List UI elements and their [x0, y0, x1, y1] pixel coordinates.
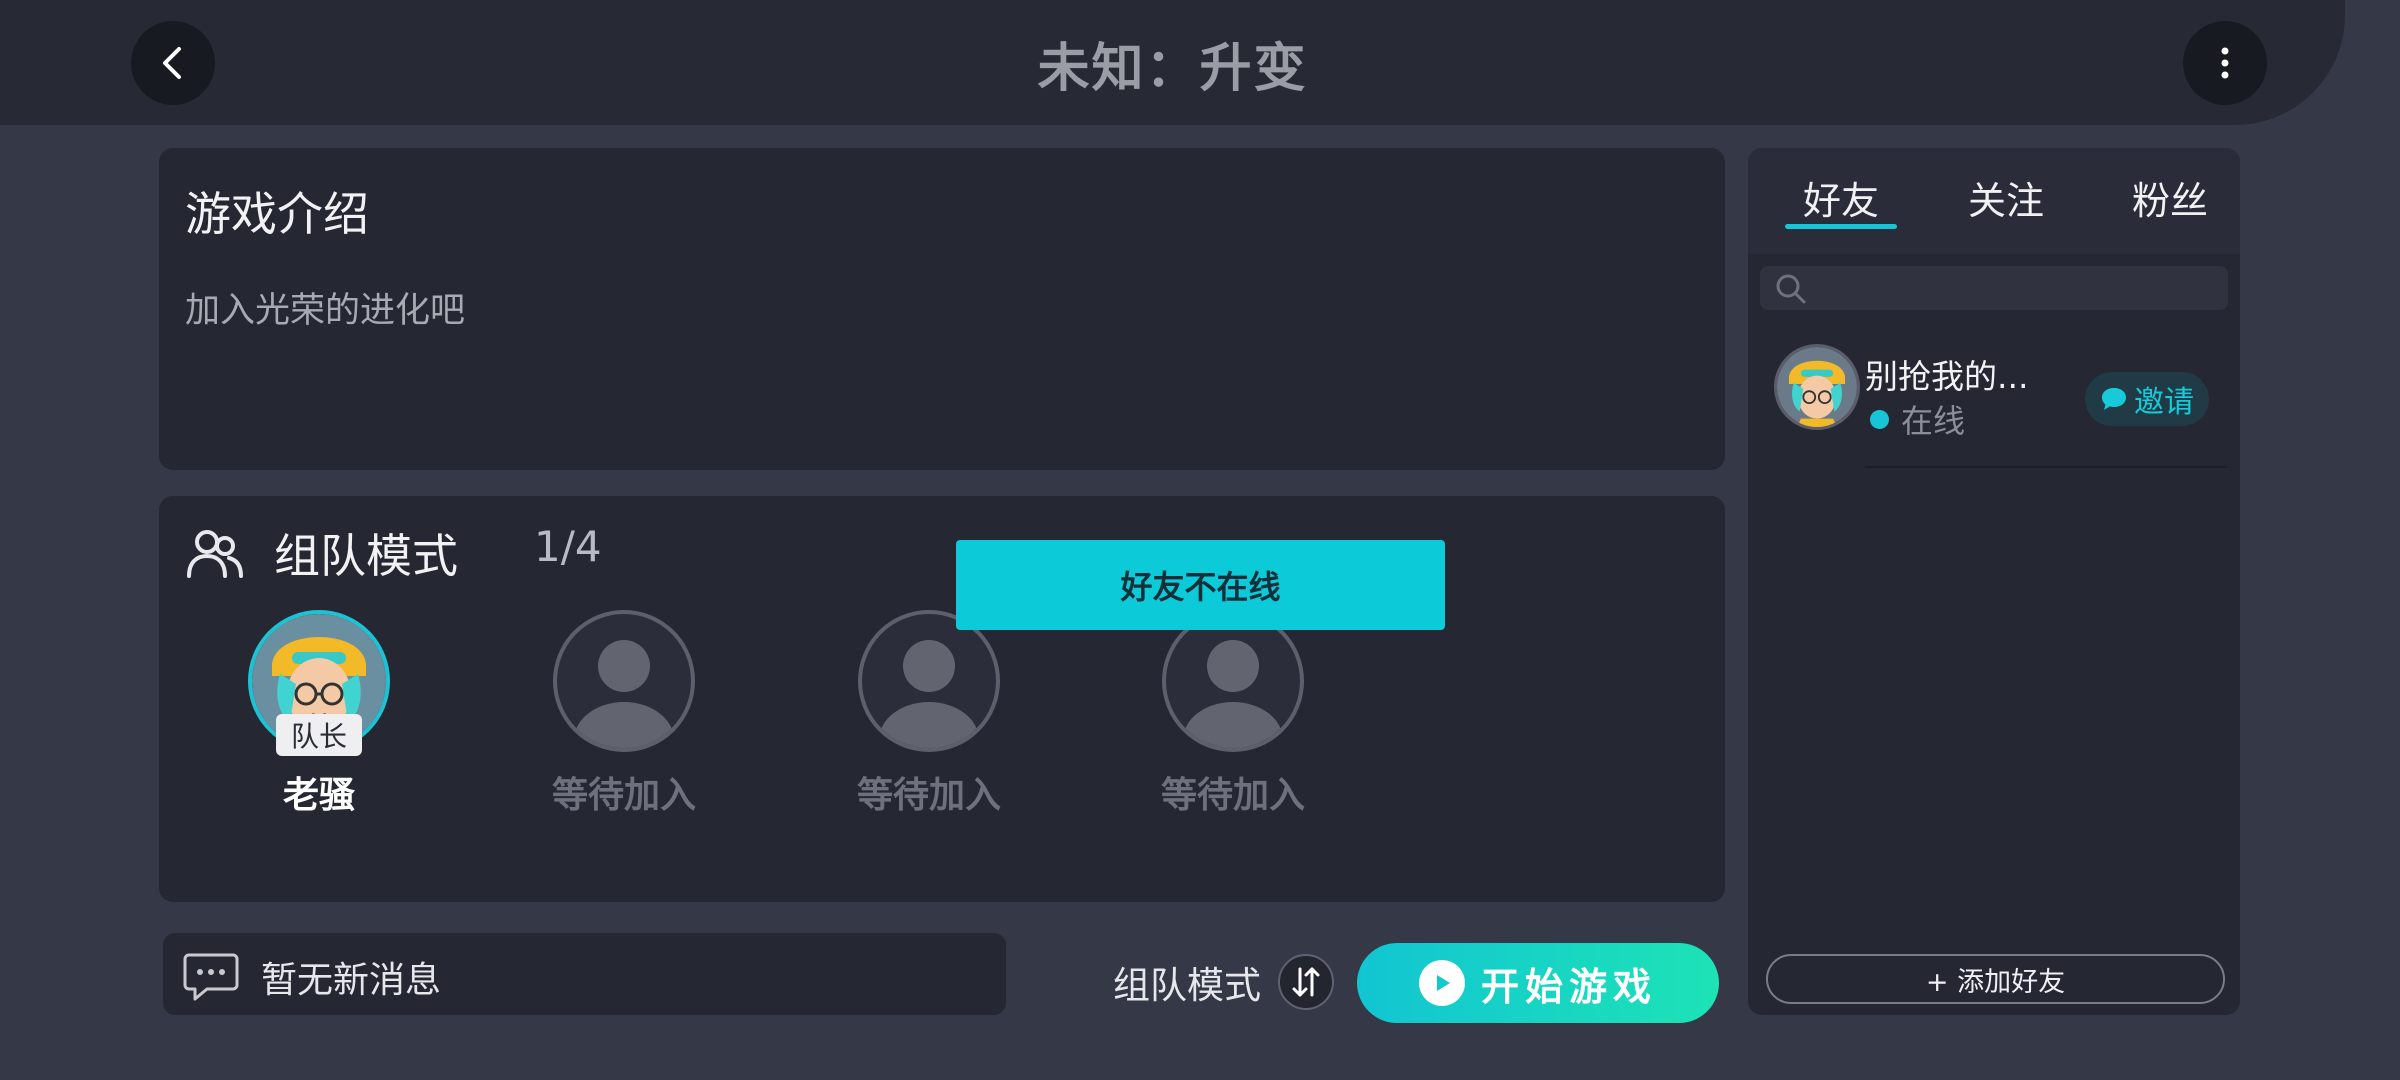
intro-description: 加入光荣的进化吧: [185, 291, 466, 331]
waiting-label: 等待加入: [1160, 775, 1305, 816]
friend-name: 别抢我的...: [1865, 357, 2029, 396]
game-lobby-screen: 未知：升变 游戏介绍 加入光荣的进化吧 组队模式 1/4 队长 老骚 等待加入 …: [0, 0, 2400, 1080]
invite-label: 邀请: [2134, 385, 2194, 420]
invite-button[interactable]: 邀请: [2085, 372, 2209, 426]
play-icon: [1418, 960, 1465, 1006]
avatar: 队长: [248, 610, 390, 756]
search-icon: [1776, 274, 1806, 304]
start-game-label: 开始游戏: [1480, 964, 1657, 1009]
message-text: 暂无新消息: [261, 960, 442, 1001]
person-placeholder-icon: [574, 640, 674, 748]
empty-avatar: [858, 610, 1000, 752]
people-icon: [187, 530, 243, 578]
tab-fans[interactable]: 粉丝: [2132, 170, 2208, 225]
vertical-dots-icon: [2221, 47, 2229, 79]
game-intro-panel: 游戏介绍 加入光荣的进化吧: [159, 148, 1725, 470]
friends-tabs: 好友 关注 粉丝: [1748, 148, 2240, 254]
friend-list-item[interactable]: 别抢我的... 在线 邀请: [1748, 344, 2240, 444]
friend-status: 在线: [1870, 396, 1965, 442]
status-label: 在线: [1901, 402, 1966, 440]
active-tab-indicator: [1785, 224, 1897, 229]
waiting-label: 等待加入: [551, 775, 696, 816]
person-placeholder-icon: [879, 640, 979, 748]
captain-badge: 队长: [276, 714, 362, 756]
empty-avatar: [553, 610, 695, 752]
player-name: 老骚: [282, 775, 355, 816]
team-count: 1/4: [534, 522, 602, 571]
person-placeholder-icon: [1183, 640, 1283, 748]
swap-arrows-icon: [1292, 967, 1320, 997]
team-slot-empty[interactable]: 等待加入: [539, 610, 709, 818]
friend-search-input[interactable]: [1760, 266, 2228, 310]
team-panel: 组队模式 1/4 队长 老骚 等待加入 等待加入 等待加入: [159, 496, 1725, 902]
online-dot-icon: [1870, 409, 1889, 429]
start-game-button[interactable]: 开始游戏: [1357, 943, 1719, 1023]
tab-following[interactable]: 关注: [1968, 170, 2044, 225]
add-friend-button[interactable]: + 添加好友: [1766, 954, 2225, 1004]
divider: [1865, 466, 2227, 468]
team-slot-captain[interactable]: 队长 老骚: [234, 610, 404, 818]
message-bar[interactable]: 暂无新消息: [163, 933, 1006, 1015]
page-title: 未知：升变: [1037, 39, 1308, 99]
team-mode-title: 组队模式: [274, 529, 458, 583]
avatar: [1774, 344, 1860, 430]
speech-bubble-icon: [2102, 388, 2126, 410]
team-slot-empty[interactable]: 等待加入: [844, 610, 1014, 818]
top-bar: 未知：升变: [0, 0, 2345, 125]
team-slot-empty[interactable]: 等待加入: [1148, 610, 1318, 818]
more-button[interactable]: [2183, 21, 2267, 105]
chat-bubble-icon: [183, 953, 239, 1001]
switch-mode-button[interactable]: [1278, 954, 1334, 1010]
tab-friends[interactable]: 好友: [1803, 170, 1879, 225]
mode-label: 组队模式: [1113, 964, 1261, 1007]
empty-avatar: [1162, 610, 1304, 752]
character-avatar-icon: [1777, 347, 1857, 427]
intro-title: 游戏介绍: [185, 187, 369, 241]
toast-message: 好友不在线: [956, 540, 1445, 630]
friends-panel: 好友 关注 粉丝 别抢我的... 在线 邀请 + 添加好友: [1748, 148, 2240, 1015]
waiting-label: 等待加入: [856, 775, 1001, 816]
